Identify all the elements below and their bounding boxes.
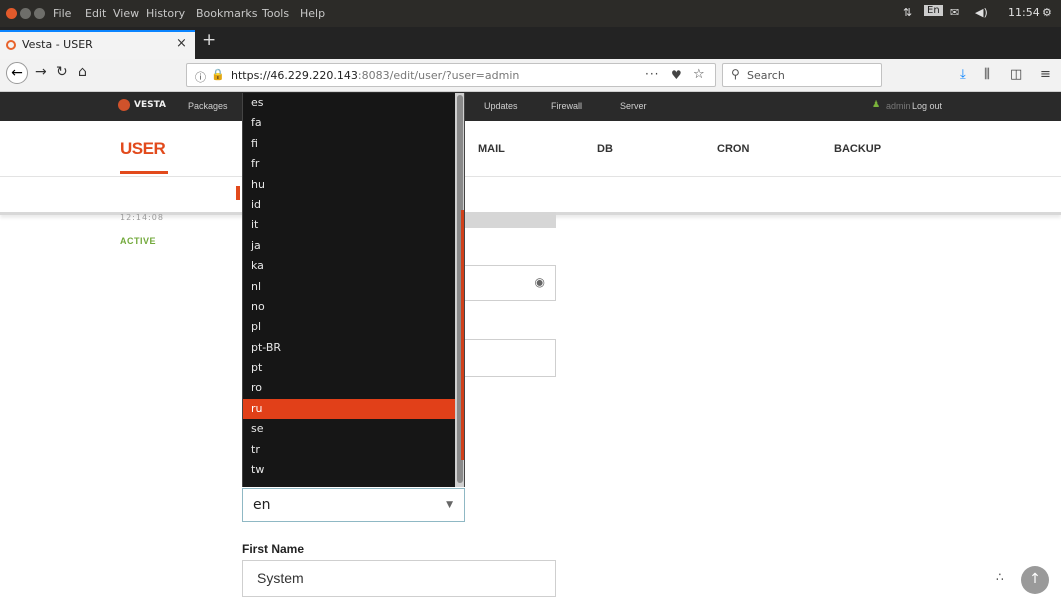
browser-tab-strip: Vesta - USER × + xyxy=(0,27,1061,59)
nav-firewall[interactable]: Firewall xyxy=(551,101,582,111)
eye-icon[interactable]: ◉ xyxy=(535,275,545,289)
maximize-window-icon[interactable] xyxy=(34,8,45,19)
first-name-value: System xyxy=(257,570,304,586)
language-option[interactable]: it xyxy=(243,215,455,235)
sidebar-icon[interactable]: ◫ xyxy=(1010,67,1022,82)
toolbar-strip xyxy=(0,177,1061,215)
url-text: https://46.229.220.143:8083/edit/user/?u… xyxy=(231,69,519,82)
tab-user[interactable]: USER xyxy=(120,139,166,159)
new-tab-plus-icon[interactable]: + xyxy=(202,30,216,50)
user-person-icon: ♟ xyxy=(872,100,881,110)
more-dots-icon[interactable]: ∴ xyxy=(996,570,1004,584)
active-tab-underline xyxy=(120,171,168,174)
nav-server[interactable]: Server xyxy=(620,101,647,111)
library-icon[interactable]: ⫼ xyxy=(984,67,990,82)
volume-icon[interactable]: ◀) xyxy=(975,6,988,19)
menu-file[interactable]: File xyxy=(53,7,71,20)
dropdown-accent-edge xyxy=(461,210,464,460)
search-icon: ⚲ xyxy=(731,67,740,81)
minimize-window-icon[interactable] xyxy=(20,8,31,19)
language-option[interactable]: hu xyxy=(243,175,455,195)
language-option[interactable]: pl xyxy=(243,317,455,337)
chevron-down-icon: ▼ xyxy=(446,500,453,510)
first-name-label: First Name xyxy=(242,542,305,556)
language-option[interactable]: ro xyxy=(243,378,455,398)
menu-help[interactable]: Help xyxy=(300,7,325,20)
tab-title: Vesta - USER xyxy=(22,38,93,51)
vesta-logo-icon[interactable] xyxy=(118,99,130,111)
language-option[interactable]: id xyxy=(243,195,455,215)
page-actions-icon[interactable]: ··· xyxy=(645,67,659,81)
language-option[interactable]: pt-BR xyxy=(243,338,455,358)
back-arrow-icon[interactable]: ← xyxy=(6,62,28,84)
url-host: https://46.229.220.143 xyxy=(231,69,358,82)
lock-warning-icon[interactable]: 🔒 xyxy=(211,68,225,81)
pocket-icon[interactable]: ♥ xyxy=(671,68,682,82)
nav-updates[interactable]: Updates xyxy=(484,101,518,111)
search-box[interactable]: ⚲ Search xyxy=(722,63,882,87)
info-icon[interactable]: ⓘ xyxy=(195,69,206,85)
language-selected-value: en xyxy=(253,497,271,513)
clock[interactable]: 11:54 xyxy=(1008,6,1040,19)
nav-logout[interactable]: Log out xyxy=(912,101,942,111)
language-option[interactable]: fi xyxy=(243,134,455,154)
language-option[interactable]: ja xyxy=(243,236,455,256)
menu-history[interactable]: History xyxy=(146,7,185,20)
mail-icon[interactable]: ✉ xyxy=(950,6,959,19)
browser-nav-bar: ← → ↻ ⌂ ⓘ 🔒 https://46.229.220.143:8083/… xyxy=(0,59,1061,92)
language-option[interactable]: fr xyxy=(243,154,455,174)
language-option[interactable]: no xyxy=(243,297,455,317)
menu-view[interactable]: View xyxy=(113,7,139,20)
first-name-input[interactable]: System xyxy=(242,560,556,597)
language-option[interactable]: fa xyxy=(243,113,455,133)
form-edge-marker xyxy=(236,186,240,200)
menu-edit[interactable]: Edit xyxy=(85,7,106,20)
forward-arrow-icon[interactable]: → xyxy=(35,64,47,80)
nav-username[interactable]: admin xyxy=(886,101,911,111)
vesta-favicon-icon xyxy=(6,40,16,50)
tab-mail[interactable]: MAIL xyxy=(478,143,505,155)
language-option[interactable]: tw xyxy=(243,460,455,480)
tab-cron[interactable]: CRON xyxy=(717,143,749,155)
settings-gear-icon[interactable]: ⚙ xyxy=(1042,6,1052,19)
os-top-bar: File Edit View History Bookmarks Tools H… xyxy=(0,0,1061,27)
tab-db[interactable]: DB xyxy=(597,143,613,155)
home-icon[interactable]: ⌂ xyxy=(78,64,87,80)
status-badge: ACTIVE xyxy=(120,236,157,246)
language-option[interactable]: nl xyxy=(243,277,455,297)
language-option[interactable]: se xyxy=(243,419,455,439)
tab-backup[interactable]: BACKUP xyxy=(834,143,881,155)
url-path: :8083/edit/user/?user=admin xyxy=(357,69,520,82)
language-option[interactable]: pt xyxy=(243,358,455,378)
close-window-icon[interactable] xyxy=(6,8,17,19)
language-option[interactable]: ka xyxy=(243,256,455,276)
language-option[interactable]: ru xyxy=(243,398,455,420)
language-dropdown[interactable]: es fa fi fr hu id it ja ka nl no pl pt-BR pt ro ru se tr t… xyxy=(242,93,465,487)
language-option[interactable]: es xyxy=(243,93,455,113)
language-options: es fa fi fr hu id it ja ka nl no pl pt-BR pt ro ru se tr t… xyxy=(243,93,455,480)
nav-packages[interactable]: Packages xyxy=(188,101,228,111)
user-timestamp: 12:14:08 xyxy=(120,213,164,222)
network-arrows-icon[interactable]: ⇅ xyxy=(903,6,912,19)
menu-bookmarks[interactable]: Bookmarks xyxy=(196,7,257,20)
bookmark-star-icon[interactable]: ☆ xyxy=(693,67,705,82)
browser-tab[interactable]: Vesta - USER × xyxy=(0,30,195,59)
section-tabs: USER MAIL DB CRON BACKUP xyxy=(0,121,1061,177)
search-placeholder: Search xyxy=(747,69,785,82)
vesta-top-nav: VESTA Packages Updates Firewall Server ♟… xyxy=(0,92,1061,121)
url-bar[interactable]: ⓘ 🔒 https://46.229.220.143:8083/edit/use… xyxy=(186,63,716,87)
menu-hamburger-icon[interactable]: ≡ xyxy=(1040,67,1051,82)
keyboard-layout-indicator[interactable]: En xyxy=(924,5,943,16)
menu-tools[interactable]: Tools xyxy=(262,7,289,20)
download-icon[interactable]: ⤓ xyxy=(960,67,966,82)
language-select[interactable]: en ▼ xyxy=(242,488,465,522)
scroll-top-arrow-icon[interactable]: ↑ xyxy=(1021,566,1049,594)
language-option[interactable]: tr xyxy=(243,440,455,460)
vesta-brand[interactable]: VESTA xyxy=(134,100,166,110)
tab-close-icon[interactable]: × xyxy=(176,36,187,51)
reload-icon[interactable]: ↻ xyxy=(56,64,68,80)
